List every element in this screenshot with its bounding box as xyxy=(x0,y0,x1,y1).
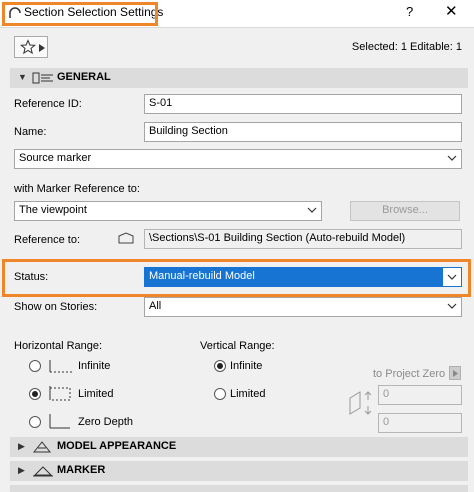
model-appearance-icon xyxy=(32,441,52,453)
horizontal-limited-radio[interactable] xyxy=(29,388,41,400)
vertical-limited-radio[interactable] xyxy=(214,388,226,400)
chevron-down-icon xyxy=(447,274,457,280)
model-appearance-label: MODEL APPEARANCE xyxy=(57,440,177,452)
marker-section-label: MARKER xyxy=(57,464,106,476)
play-arrow-icon xyxy=(39,44,45,52)
upper-limit-input[interactable]: 0 xyxy=(378,385,462,405)
reference-id-label: Reference ID: xyxy=(14,98,82,110)
expand-triangle-icon: ▶ xyxy=(18,465,25,475)
vertical-limits-icon xyxy=(349,391,372,415)
lower-limit-input[interactable]: 0 xyxy=(378,413,462,433)
marker-reference-select[interactable]: The viewpoint xyxy=(14,201,322,221)
selection-info: Selected: 1 Editable: 1 xyxy=(351,41,462,53)
stories-value: All xyxy=(149,300,162,312)
status-label: Status: xyxy=(14,271,49,283)
vertical-infinite-label: Infinite xyxy=(230,360,263,372)
horizontal-infinite-label: Infinite xyxy=(78,360,111,372)
horizontal-zero-depth-label: Zero Depth xyxy=(78,416,134,428)
star-icon xyxy=(20,39,36,55)
marker-icon xyxy=(33,466,53,477)
status-value: Manual-rebuild Model xyxy=(149,270,255,282)
next-section-header[interactable] xyxy=(10,485,468,492)
status-select[interactable]: Manual-rebuild Model xyxy=(144,267,462,287)
general-section-label: GENERAL xyxy=(57,71,111,83)
marker-type-value: Source marker xyxy=(19,152,92,164)
general-section-header[interactable]: ▼ GENERAL xyxy=(10,68,468,88)
status-dropdown-arrow xyxy=(443,268,461,286)
vertical-limited-label: Limited xyxy=(230,388,266,400)
project-zero-button[interactable] xyxy=(449,366,461,380)
model-appearance-section-header[interactable]: ▶ MODEL APPEARANCE xyxy=(10,437,468,457)
limited-range-icon xyxy=(49,386,71,401)
play-arrow-icon xyxy=(453,370,458,377)
close-button[interactable]: ✕ xyxy=(445,2,458,20)
vertical-infinite-radio[interactable] xyxy=(214,360,226,372)
reference-to-label: Reference to: xyxy=(14,234,81,246)
stories-select[interactable]: All xyxy=(144,297,462,317)
marker-reference-value: The viewpoint xyxy=(19,204,87,216)
reference-id-input[interactable]: S-01 xyxy=(144,94,462,114)
favorites-button[interactable] xyxy=(14,36,48,58)
name-label: Name: xyxy=(14,126,47,138)
project-zero-label: to Project Zero xyxy=(373,368,446,380)
horizontal-limited-label: Limited xyxy=(78,388,114,400)
reference-to-field: \Sections\S-01 Building Section (Auto-re… xyxy=(144,229,462,249)
stories-label: Show on Stories: xyxy=(14,301,98,313)
browse-button[interactable]: Browse... xyxy=(350,201,460,221)
general-settings-icon xyxy=(32,72,53,84)
marker-type-select[interactable]: Source marker xyxy=(14,149,462,169)
expand-triangle-icon: ▶ xyxy=(18,441,25,451)
help-button[interactable]: ? xyxy=(406,4,413,19)
chevron-down-icon xyxy=(447,155,457,161)
marker-reference-label: with Marker Reference to: xyxy=(14,183,140,195)
marker-section-header[interactable]: ▶ MARKER xyxy=(10,461,468,481)
name-input[interactable]: Building Section xyxy=(144,122,462,142)
horizontal-zero-depth-radio[interactable] xyxy=(29,416,41,428)
title-highlight xyxy=(2,2,158,26)
infinite-range-icon xyxy=(49,360,72,373)
horizontal-range-label: Horizontal Range: xyxy=(14,340,103,352)
collapse-triangle-icon: ▼ xyxy=(18,72,27,82)
view-folder-icon xyxy=(118,232,134,244)
vertical-range-label: Vertical Range: xyxy=(200,340,275,352)
chevron-down-icon xyxy=(447,303,457,309)
zero-depth-icon xyxy=(49,414,70,429)
horizontal-infinite-radio[interactable] xyxy=(29,360,41,372)
chevron-down-icon xyxy=(307,207,317,213)
